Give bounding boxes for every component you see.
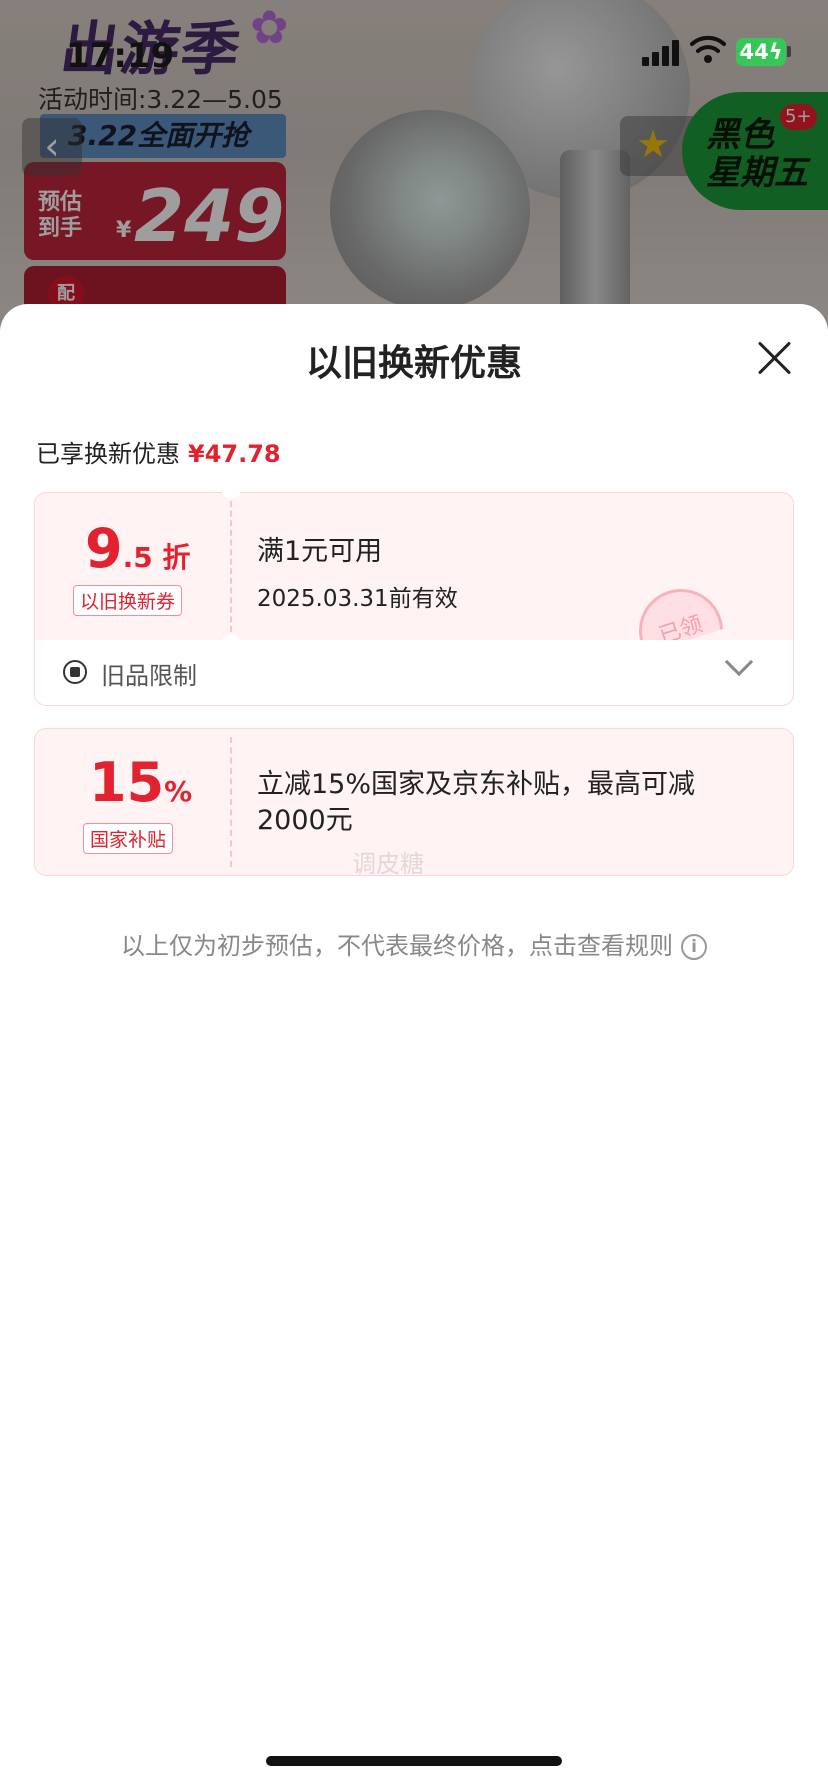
coupon-type-tag: 以旧换新券	[73, 585, 183, 616]
info-icon[interactable]: i	[681, 934, 707, 960]
home-indicator[interactable]	[266, 1756, 562, 1766]
close-icon[interactable]	[756, 340, 792, 376]
restriction-label: 旧品限制	[101, 662, 197, 690]
saved-amount: ¥47.78	[188, 440, 281, 468]
battery-tip	[787, 46, 791, 57]
coupon-notch	[222, 485, 240, 499]
charging-bolt-icon: ϟ	[768, 40, 783, 64]
rules-disclaimer[interactable]: 以上仅为初步预估，不代表最终价格，点击查看规则 i	[0, 926, 828, 961]
trade-in-sheet: 以旧换新优惠 已享换新优惠 ¥47.78 9.5 折 以旧换新券 满1元可用 20…	[0, 304, 828, 1792]
coupon-expiry: 2025.03.31前有效	[257, 586, 458, 612]
coupon-condition: 满1元可用	[257, 536, 383, 567]
signal-icon	[642, 38, 680, 66]
disclaimer-text: 以上仅为初步预估，不代表最终价格，点击查看规则	[121, 932, 673, 960]
coupon-divider	[230, 737, 232, 867]
status-time: 17:19	[66, 36, 175, 76]
wifi-icon	[690, 35, 726, 63]
coupon-discount: 15%	[89, 751, 192, 814]
discount-int: 9	[85, 517, 123, 580]
chevron-down-icon[interactable]	[724, 647, 754, 677]
old-item-restriction-toggle[interactable]: 旧品限制	[34, 640, 794, 706]
saved-discount-row: 已享换新优惠 ¥47.78	[36, 434, 281, 469]
discount-frac: .5 折	[122, 541, 191, 574]
coupon-description: 立减15%国家及京东补贴，最高可减 2000元	[257, 769, 696, 836]
battery-indicator: 44ϟ	[736, 38, 786, 66]
trade-in-coupon[interactable]: 9.5 折 以旧换新券 满1元可用 2025.03.31前有效 已领	[34, 485, 794, 640]
sheet-title: 以旧换新优惠	[305, 343, 522, 384]
saved-label: 已享换新优惠	[36, 440, 180, 468]
coupon-type-tag: 国家补贴	[83, 823, 174, 854]
discount-int: 15	[89, 751, 165, 814]
product-page-background: 出游季 ✿ 活动时间:3.22—5.05 3.22全面开抢 预估 到手 ¥ 24…	[0, 0, 828, 330]
watermark: 调皮糖	[352, 850, 424, 878]
discount-unit: %	[164, 775, 193, 808]
screen: 出游季 ✿ 活动时间:3.22—5.05 3.22全面开抢 预估 到手 ¥ 24…	[0, 0, 828, 1792]
coupon-discount: 9.5 折	[85, 517, 190, 580]
coupon-divider	[230, 501, 232, 632]
battery-level: 44	[739, 40, 769, 64]
restriction-icon	[63, 660, 87, 684]
